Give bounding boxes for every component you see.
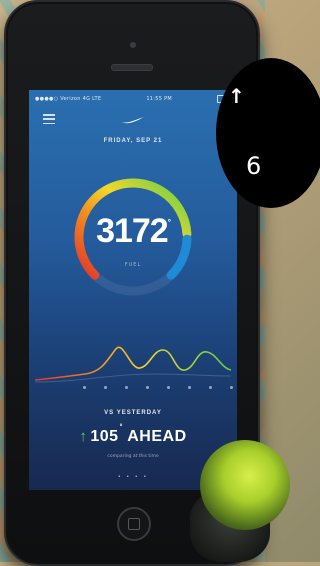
axis-dot — [146, 386, 149, 389]
swoosh-logo-icon — [122, 117, 144, 124]
overlay-digit: 6 — [246, 152, 262, 180]
fuel-unit: FUEL — [124, 262, 142, 268]
up-arrow-icon: ↑ — [79, 428, 88, 445]
comparison-number: 105 — [90, 428, 119, 445]
fuel-number: 3172 — [96, 212, 169, 250]
graph-axis — [83, 386, 233, 389]
menu-icon[interactable] — [43, 114, 55, 124]
status-time: 11:55 PM — [146, 96, 173, 102]
axis-dot — [167, 386, 170, 389]
fuelband-device — [200, 440, 290, 530]
fuel-value: 3172° — [96, 212, 171, 250]
status-bar: ●●●●○ Verizon 4G LTE 11:55 PM — [35, 94, 231, 104]
overlay-badge — [216, 58, 320, 208]
overlay-arrow-icon: ↑ — [228, 84, 245, 108]
axis-dot — [230, 386, 233, 389]
axis-dot — [188, 386, 191, 389]
yesterday-activity-line — [35, 373, 231, 383]
carrier-label: ●●●●○ Verizon 4G LTE — [35, 96, 102, 102]
axis-dot — [104, 386, 107, 389]
earpiece-speaker — [111, 64, 153, 71]
home-button[interactable] — [117, 507, 151, 541]
axis-dot — [83, 386, 86, 389]
comparison-suffix: AHEAD — [127, 428, 187, 445]
axis-dot — [125, 386, 128, 389]
app-screen: ●●●●○ Verizon 4G LTE 11:55 PM FRIDAY, SE… — [29, 90, 237, 490]
comparison-label: VS YESTERDAY — [104, 410, 162, 416]
front-camera — [130, 42, 136, 48]
comparison-value: ↑ 105° AHEAD — [79, 423, 187, 445]
axis-dot — [209, 386, 212, 389]
activity-graph — [35, 346, 231, 383]
date-label: FRIDAY, SEP 21 — [103, 138, 163, 144]
comparison-caption: comparing at this time — [107, 454, 159, 459]
